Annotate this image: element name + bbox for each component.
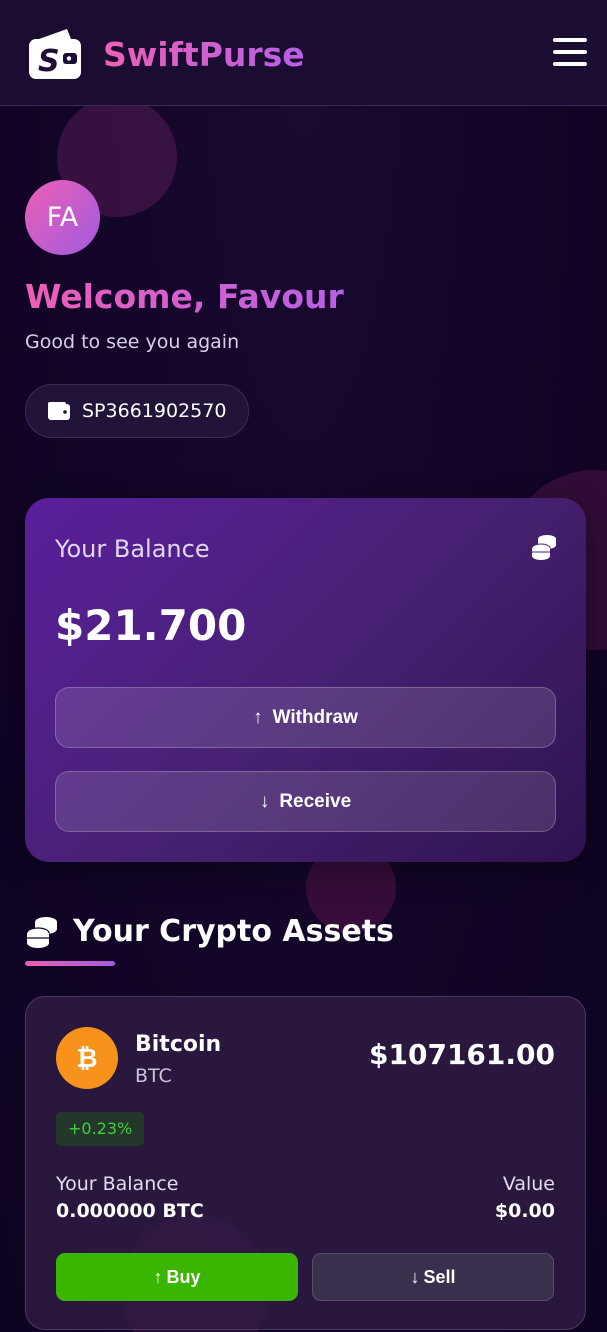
receive-button[interactable]: ↓ Receive — [55, 771, 556, 832]
avatar: FA — [25, 180, 100, 255]
asset-card-bitcoin[interactable]: ₿ Bitcoin BTC $107161.00 +0.23% Your Bal… — [25, 996, 586, 1330]
coins-stack-icon — [26, 917, 57, 948]
assets-title: Your Crypto Assets — [73, 914, 394, 949]
arrow-up-icon: ↑ — [153, 1266, 163, 1287]
account-number-pill[interactable]: SP3661902570 — [25, 384, 250, 438]
bitcoin-icon: ₿ — [56, 1027, 118, 1089]
asset-value: $0.00 — [494, 1200, 555, 1222]
asset-balance-value: 0.000000 BTC — [56, 1200, 204, 1222]
withdraw-label: Withdraw — [272, 706, 358, 728]
buy-label: Buy — [166, 1266, 201, 1287]
price-change-badge: +0.23% — [56, 1112, 145, 1146]
wallet-icon — [48, 402, 70, 420]
top-navbar: S SwiftPurse — [0, 0, 607, 106]
app-screen: S SwiftPurse FA Welcome, Favour Good to … — [0, 0, 607, 1332]
buy-button[interactable]: ↑ Buy — [56, 1253, 298, 1301]
arrow-up-icon: ↑ — [253, 706, 263, 728]
sell-label: Sell — [423, 1266, 456, 1287]
balance-amount: $21.700 — [55, 601, 247, 650]
asset-value-label: Value — [502, 1173, 555, 1195]
arrow-down-icon: ↓ — [410, 1266, 420, 1287]
receive-label: Receive — [279, 790, 352, 812]
withdraw-button[interactable]: ↑ Withdraw — [55, 687, 556, 748]
coin-name: Bitcoin — [135, 1032, 222, 1057]
coin-price: $107161.00 — [369, 1038, 555, 1071]
coins-icon — [531, 535, 556, 560]
brand-name[interactable]: SwiftPurse — [103, 34, 305, 76]
sell-button[interactable]: ↓ Sell — [312, 1253, 554, 1301]
assets-heading: Your Crypto Assets — [25, 910, 394, 954]
account-number: SP3661902570 — [82, 400, 227, 422]
coin-symbol: BTC — [135, 1065, 172, 1087]
heading-underline — [25, 961, 115, 966]
wallet-logo-icon[interactable]: S — [29, 27, 83, 79]
avatar-initials: FA — [46, 202, 79, 233]
asset-balance-label: Your Balance — [56, 1173, 179, 1195]
svg-text:S: S — [38, 44, 60, 79]
balance-label: Your Balance — [55, 535, 210, 563]
balance-card: Your Balance $21.700 ↑ Withdraw ↓ Receiv… — [25, 498, 586, 862]
hamburger-menu-icon[interactable] — [553, 37, 587, 67]
arrow-down-icon: ↓ — [259, 790, 270, 812]
welcome-heading: Welcome, Favour — [25, 277, 344, 316]
welcome-subtitle: Good to see you again — [25, 331, 240, 353]
